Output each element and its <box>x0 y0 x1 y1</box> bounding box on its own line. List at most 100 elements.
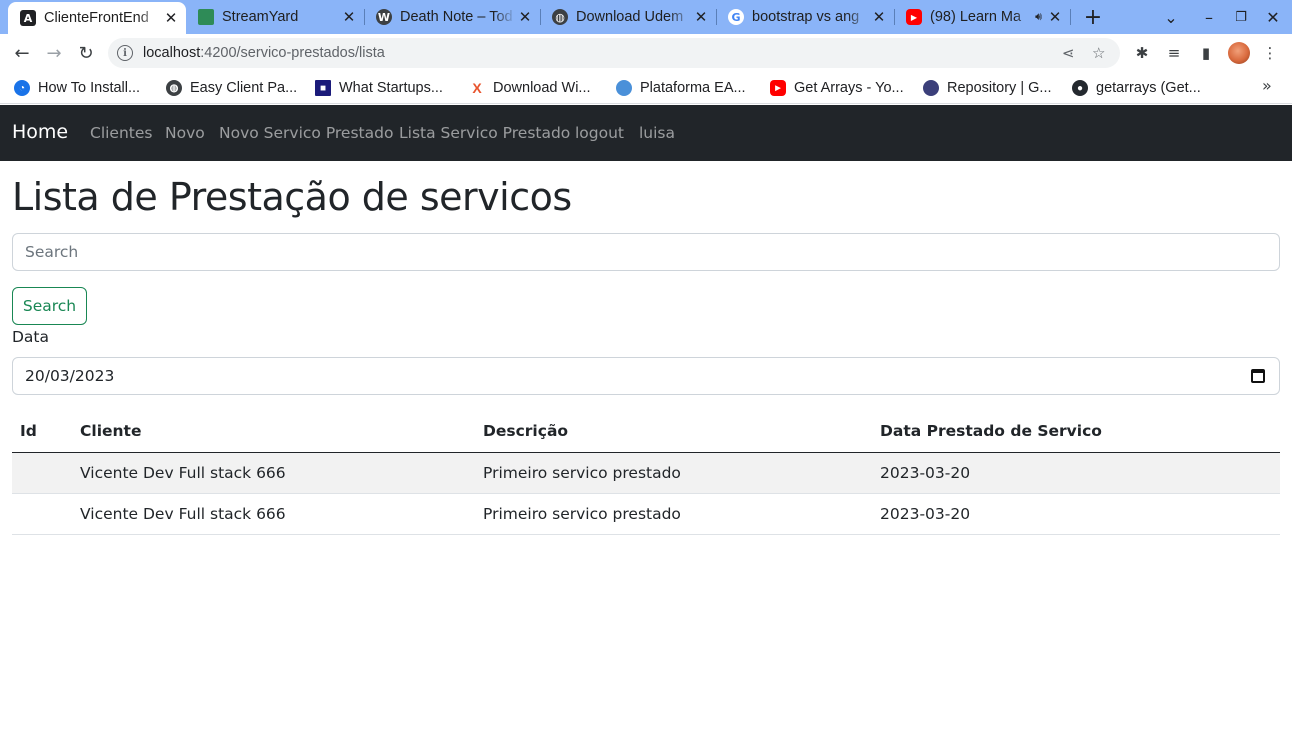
google-icon: G <box>728 9 744 25</box>
tab-title: (98) Learn Ma <box>930 9 1022 25</box>
close-tab-icon[interactable]: ✕ <box>870 8 888 26</box>
browser-tab[interactable]: G bootstrap vs ang ✕ <box>716 0 895 34</box>
nav-link-novo-servico[interactable]: Novo Servico Prestado <box>219 124 393 142</box>
cell-descricao: Primeiro servico prestado <box>475 493 872 535</box>
table-row: Vicente Dev Full stack 666 Primeiro serv… <box>12 493 1280 535</box>
search-button[interactable]: Search <box>12 287 87 325</box>
browser-menu-icon[interactable]: ⋮ <box>1260 43 1280 63</box>
more-bookmarks-icon[interactable]: » <box>1262 76 1272 95</box>
servicos-table: Id Cliente Descrição Data Prestado de Se… <box>12 411 1280 535</box>
search-input[interactable] <box>12 233 1280 271</box>
bookmark-label: Easy Client Pa... <box>190 80 298 96</box>
bookmark-label: Download Wi... <box>493 80 591 96</box>
minimize-window-icon[interactable]: – <box>1196 0 1222 34</box>
browser-tab[interactable]: W Death Note – Tod ✕ <box>364 0 541 34</box>
nav-link-user[interactable]: luisa <box>639 124 675 142</box>
browser-tab-strip: A ClienteFrontEnd ✕ StreamYard ✕ W Death… <box>0 0 1292 34</box>
media-queue-icon[interactable]: ≡ <box>1164 43 1184 63</box>
bookmark-item[interactable]: Repository | G... <box>923 78 1052 98</box>
bookmark-item[interactable]: ◔ How To Install... <box>14 78 140 98</box>
profile-avatar[interactable] <box>1228 42 1250 64</box>
close-tab-icon[interactable]: ✕ <box>340 8 358 26</box>
tab-separator <box>1070 9 1071 25</box>
table-row: Vicente Dev Full stack 666 Primeiro serv… <box>12 452 1280 494</box>
cell-cliente: Vicente Dev Full stack 666 <box>72 493 475 535</box>
column-header-descricao: Descrição <box>475 411 872 453</box>
bookmark-item[interactable]: ◍ Easy Client Pa... <box>166 78 297 98</box>
bookmark-star-icon[interactable]: ☆ <box>1092 44 1105 62</box>
calendar-icon[interactable] <box>1251 369 1265 383</box>
reload-icon[interactable]: ↻ <box>72 39 100 67</box>
tab-title: ClienteFrontEnd <box>44 10 149 26</box>
bookmark-item[interactable]: X Download Wi... <box>469 78 591 98</box>
cell-id <box>12 493 72 535</box>
column-header-id: Id <box>12 411 72 453</box>
table-header-row: Id Cliente Descrição Data Prestado de Se… <box>12 411 1280 453</box>
nav-link-lista-servico[interactable]: Lista Servico Prestado <box>399 124 570 142</box>
new-tab-button[interactable]: + <box>1080 0 1106 34</box>
tab-title: Download Udem <box>576 9 684 25</box>
page-title: Lista de Prestação de servicos <box>12 175 572 219</box>
bookmark-label: How To Install... <box>38 80 141 96</box>
bookmark-label: What Startups... <box>339 80 443 96</box>
forward-arrow-icon[interactable]: → <box>40 39 68 67</box>
cell-cliente: Vicente Dev Full stack 666 <box>72 452 475 494</box>
address-bar[interactable]: i localhost:4200/servico-prestados/lista… <box>108 38 1120 68</box>
close-tab-icon[interactable]: ✕ <box>516 8 534 26</box>
browser-tab[interactable]: A ClienteFrontEnd ✕ <box>8 2 186 34</box>
x-icon: X <box>469 80 485 96</box>
share-icon[interactable]: ⋖ <box>1062 44 1075 62</box>
column-header-data: Data Prestado de Servico <box>872 411 1280 453</box>
bookmark-item[interactable]: ● getarrays (Get... <box>1072 78 1201 98</box>
bookmark-label: Repository | G... <box>947 80 1052 96</box>
bookmark-icon <box>923 80 939 96</box>
cell-descricao: Primeiro servico prestado <box>475 452 872 494</box>
url-text[interactable]: localhost:4200/servico-prestados/lista <box>143 45 385 61</box>
restore-window-icon[interactable]: ❐ <box>1228 0 1254 34</box>
bookmark-item[interactable]: ■ What Startups... <box>315 78 443 98</box>
youtube-icon: ▶ <box>770 80 786 96</box>
browser-tab[interactable]: ◍ Download Udem ✕ <box>540 0 717 34</box>
date-label: Data <box>12 328 50 346</box>
bookmark-icon: ■ <box>315 80 331 96</box>
tab-search-chevron-icon[interactable]: ⌄ <box>1158 0 1184 34</box>
tab-title: bootstrap vs ang <box>752 9 860 25</box>
bookmarks-bar: ◔ How To Install... ◍ Easy Client Pa... ■ W… <box>0 72 1292 104</box>
back-arrow-icon[interactable]: ← <box>8 39 36 67</box>
github-icon: ● <box>1072 80 1088 96</box>
cell-data: 2023-03-20 <box>872 493 1280 535</box>
nav-link-clientes[interactable]: Clientes <box>90 124 152 142</box>
bookmark-label: getarrays (Get... <box>1096 80 1201 96</box>
audio-playing-icon[interactable]: 🔊︎ <box>1035 10 1042 24</box>
nav-link-logout[interactable]: logout <box>575 124 624 142</box>
close-tab-icon[interactable]: ✕ <box>1046 8 1064 26</box>
app-navbar: Home Clientes Novo Novo Servico Prestado… <box>0 105 1292 161</box>
tab-title: Death Note – Tod <box>400 9 513 25</box>
date-value: 20/03/2023 <box>25 367 115 385</box>
site-info-icon[interactable]: i <box>117 45 133 61</box>
bookmark-item[interactable]: ▶ Get Arrays - Yo... <box>770 78 904 98</box>
cell-data: 2023-03-20 <box>872 452 1280 494</box>
date-field[interactable]: 20/03/2023 <box>12 357 1280 395</box>
url-path: :4200/servico-prestados/lista <box>200 45 385 61</box>
browser-tab[interactable]: ▶ (98) Learn Ma 🔊︎ ✕ <box>894 0 1071 34</box>
close-tab-icon[interactable]: ✕ <box>692 8 710 26</box>
globe-icon: ◍ <box>166 80 182 96</box>
browser-tab[interactable]: StreamYard ✕ <box>186 0 365 34</box>
side-panel-icon[interactable]: ▮ <box>1196 43 1216 63</box>
nav-link-novo[interactable]: Novo <box>165 124 205 142</box>
bookmark-item[interactable]: Plataforma EA... <box>616 78 746 98</box>
bookmark-label: Plataforma EA... <box>640 80 746 96</box>
close-window-icon[interactable]: ✕ <box>1260 0 1286 34</box>
column-header-cliente: Cliente <box>72 411 475 453</box>
close-tab-icon[interactable]: ✕ <box>162 9 180 27</box>
wordpress-icon: W <box>376 9 392 25</box>
extensions-puzzle-icon[interactable]: ✱ <box>1132 43 1152 63</box>
streamyard-icon <box>198 9 214 25</box>
cell-id <box>12 452 72 494</box>
globe-icon: ◍ <box>552 9 568 25</box>
globe-icon <box>616 80 632 96</box>
navbar-brand-home[interactable]: Home <box>12 121 68 143</box>
url-host: localhost <box>143 45 201 61</box>
tab-title: StreamYard <box>222 9 299 25</box>
